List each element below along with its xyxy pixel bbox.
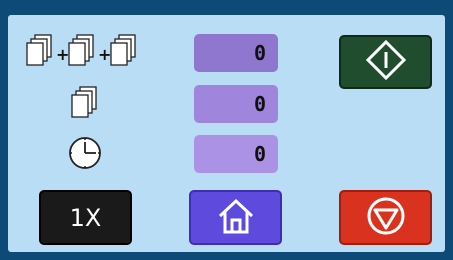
svg-text:+: + [98, 45, 111, 64]
home-icon [216, 196, 256, 240]
home-button[interactable] [189, 190, 282, 245]
stop-button[interactable] [339, 190, 432, 245]
speed-label: 1X [69, 203, 102, 232]
clock-icon [67, 135, 103, 171]
stacked-sets-icon: + + [25, 33, 145, 69]
svg-text:+: + [56, 45, 69, 64]
time-counter: 0 [194, 135, 278, 173]
touch-screen: + + 0 0 0 1X [8, 15, 445, 252]
sheets-counter: 0 [194, 85, 278, 123]
sets-counter: 0 [194, 34, 278, 72]
sheet-stack-icon [70, 85, 100, 121]
stop-icon [366, 196, 406, 240]
start-diamond-icon [365, 39, 406, 84]
start-button[interactable] [339, 35, 432, 89]
speed-button[interactable]: 1X [39, 190, 132, 245]
